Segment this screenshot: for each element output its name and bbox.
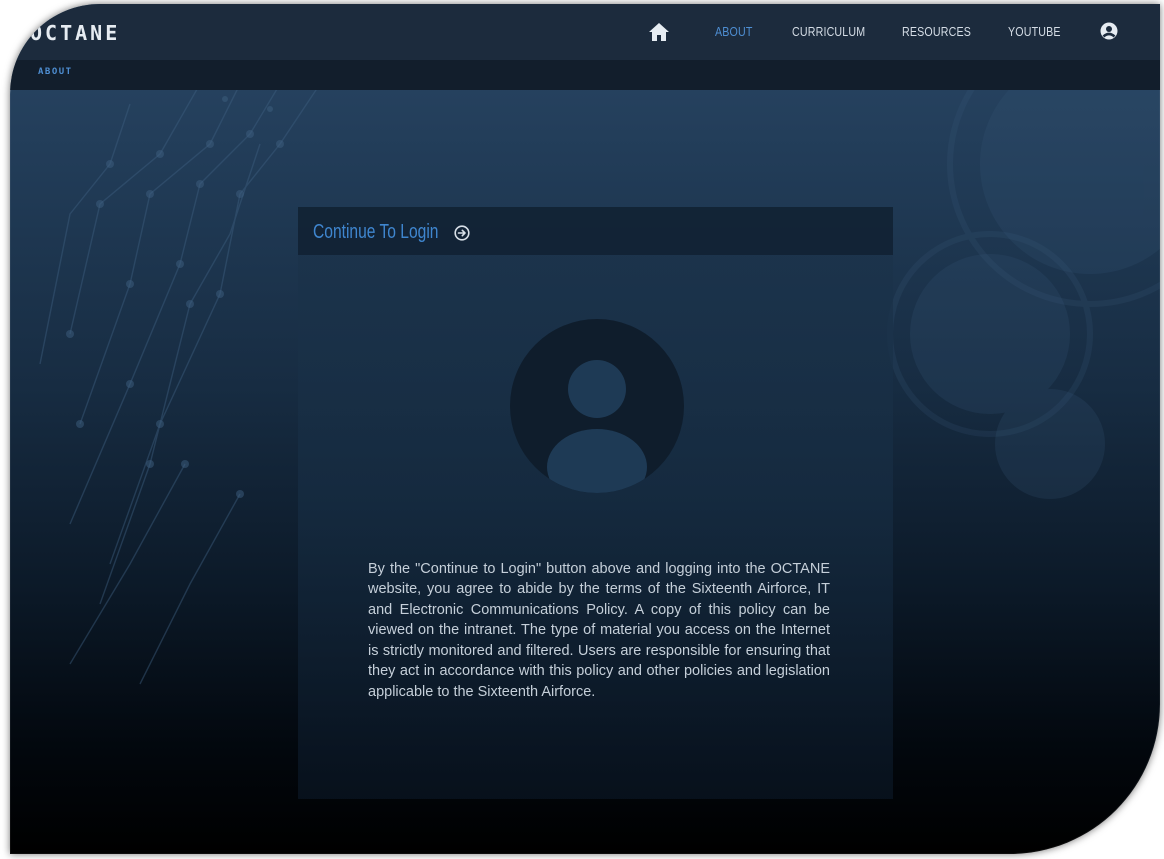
home-icon[interactable] <box>648 22 670 42</box>
user-avatar-icon <box>510 319 684 493</box>
arrow-circle-right-icon <box>454 224 470 241</box>
policy-text: By the "Continue to Login" button above … <box>368 560 830 700</box>
login-card: Continue To Login By the "Continue to Lo… <box>298 207 893 799</box>
nav-resources[interactable]: RESOURCES <box>902 24 971 39</box>
nav-about[interactable]: ABOUT <box>715 24 753 39</box>
continue-to-login-button[interactable]: Continue To Login <box>313 221 470 244</box>
breadcrumb-bar <box>10 60 1160 90</box>
user-circle-icon[interactable] <box>1100 22 1118 40</box>
card-header: Continue To Login <box>298 207 893 255</box>
nav-curriculum[interactable]: CURRICULUM <box>792 24 865 39</box>
nav-youtube[interactable]: YOUTUBE <box>1008 24 1061 39</box>
breadcrumb-about[interactable]: ABOUT <box>38 67 73 77</box>
app-frame: OCTANE ABOUT CURRICULUM RESOURCES YOUTUB… <box>10 4 1160 854</box>
continue-to-login-label: Continue To Login <box>313 221 439 243</box>
top-navbar: OCTANE ABOUT CURRICULUM RESOURCES YOUTUB… <box>10 4 1160 60</box>
brand-logo[interactable]: OCTANE <box>30 21 120 45</box>
